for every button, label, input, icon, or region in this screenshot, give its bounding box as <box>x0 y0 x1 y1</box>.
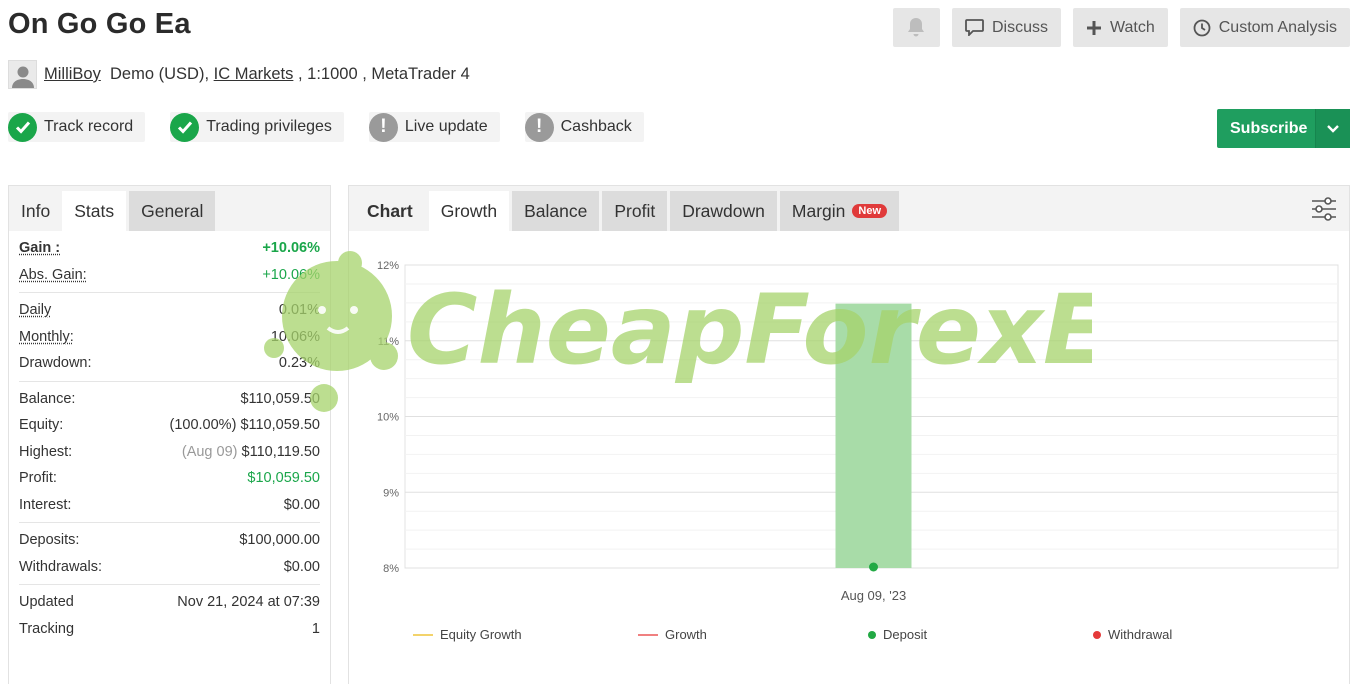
tab-general[interactable]: General <box>129 191 215 231</box>
stat-daily: Daily 0.01% <box>19 297 320 324</box>
chart-tabs-label: Chart <box>349 191 429 231</box>
account-leverage: , 1:1000 , MetaTrader 4 <box>298 65 470 84</box>
check-icon <box>8 113 37 142</box>
stat-balance: Balance: $110,059.50 <box>19 386 320 413</box>
user-link[interactable]: MilliBoy <box>44 65 101 84</box>
stat-interest: Interest: $0.00 <box>19 492 320 519</box>
stat-equity: Equity: (100.00%) $110,059.50 <box>19 412 320 439</box>
badge-label: Live update <box>405 118 488 136</box>
tab-profit[interactable]: Profit <box>602 191 667 231</box>
badge-live-update[interactable]: ! Live update <box>369 112 500 142</box>
watch-label: Watch <box>1110 19 1155 37</box>
page-title: On Go Go Ea <box>8 8 191 41</box>
legend-withdrawal[interactable]: Withdrawal <box>1093 627 1213 642</box>
account-type: Demo (USD), <box>110 65 209 84</box>
stat-monthly: Monthly: 10.06% <box>19 324 320 351</box>
tab-balance[interactable]: Balance <box>512 191 599 231</box>
stats-list: Gain : +10.06% Abs. Gain: +10.06% Daily … <box>9 231 330 642</box>
tab-info[interactable]: Info <box>9 191 62 231</box>
stat-updated: Updated Nov 21, 2024 at 07:39 <box>19 589 320 616</box>
check-icon <box>170 113 199 142</box>
new-badge: New <box>852 204 887 218</box>
subscribe-label: Subscribe <box>1217 120 1315 138</box>
top-actions: Discuss Watch Custom Analysis <box>893 8 1350 47</box>
custom-analysis-label: Custom Analysis <box>1219 19 1337 37</box>
badge-label: Track record <box>44 118 133 136</box>
avatar <box>8 60 37 89</box>
notify-button[interactable] <box>893 8 940 47</box>
badge-cashback[interactable]: ! Cashback <box>525 112 644 142</box>
y-tick-label: 11% <box>378 336 399 348</box>
clock-icon <box>1193 19 1211 37</box>
discuss-button[interactable]: Discuss <box>952 8 1061 47</box>
chart-panel: Chart Growth Balance Profit Drawdown Mar… <box>348 185 1350 684</box>
y-tick-label: 12% <box>377 260 399 272</box>
y-tick-label: 9% <box>383 487 399 499</box>
tab-margin[interactable]: Margin New <box>780 191 899 231</box>
stat-gain: Gain : +10.06% <box>19 235 320 262</box>
watch-button[interactable]: Watch <box>1073 8 1168 47</box>
growth-bar <box>836 304 912 568</box>
legend-growth[interactable]: Growth <box>638 627 868 642</box>
comment-icon <box>965 19 984 36</box>
stat-profit: Profit: $10,059.50 <box>19 465 320 492</box>
discuss-label: Discuss <box>992 19 1048 37</box>
subscribe-button[interactable]: Subscribe <box>1217 109 1350 148</box>
stat-withdrawals: Withdrawals: $0.00 <box>19 554 320 581</box>
stat-tracking: Tracking 1 <box>19 616 320 643</box>
plus-icon <box>1086 20 1102 36</box>
growth-chart: 12% 11% 10% 9% 8% Aug 09, '23 <box>349 231 1349 621</box>
stats-panel: Info Stats General Gain : +10.06% Abs. G… <box>8 185 331 684</box>
custom-analysis-button[interactable]: Custom Analysis <box>1180 8 1350 47</box>
stat-deposits: Deposits: $100,000.00 <box>19 527 320 554</box>
left-tabs: Info Stats General <box>9 186 330 231</box>
tab-stats[interactable]: Stats <box>62 191 126 231</box>
stat-highest: Highest: (Aug 09) $110,119.50 <box>19 439 320 466</box>
stat-drawdown: Drawdown: 0.23% <box>19 350 320 377</box>
tab-growth[interactable]: Growth <box>429 191 509 231</box>
deposit-point <box>869 563 878 572</box>
badge-track-record[interactable]: Track record <box>8 112 145 142</box>
chevron-down-icon[interactable] <box>1315 109 1350 148</box>
badge-label: Cashback <box>561 118 632 136</box>
legend-deposit[interactable]: Deposit <box>868 627 1093 642</box>
badge-trading-privileges[interactable]: Trading privileges <box>170 112 344 142</box>
y-tick-label: 8% <box>383 563 399 575</box>
bell-icon <box>906 17 926 39</box>
exclamation-icon: ! <box>525 113 554 142</box>
chart-legend: Equity Growth Growth Deposit Withdrawal <box>413 627 1213 642</box>
x-tick-label: Aug 09, '23 <box>841 588 906 603</box>
badges: Track record Trading privileges ! Live u… <box>8 112 644 142</box>
user-icon <box>11 64 35 88</box>
y-tick-label: 10% <box>377 412 399 424</box>
broker-link[interactable]: IC Markets <box>214 65 294 84</box>
legend-equity-growth[interactable]: Equity Growth <box>413 627 638 642</box>
account-info: MilliBoy Demo (USD), IC Markets , 1:1000… <box>8 60 470 89</box>
exclamation-icon: ! <box>369 113 398 142</box>
sliders-icon[interactable] <box>1311 197 1337 226</box>
stat-abs-gain: Abs. Gain: +10.06% <box>19 262 320 289</box>
badge-label: Trading privileges <box>206 118 332 136</box>
chart-tabs: Chart Growth Balance Profit Drawdown Mar… <box>349 186 1349 231</box>
tab-drawdown[interactable]: Drawdown <box>670 191 777 231</box>
